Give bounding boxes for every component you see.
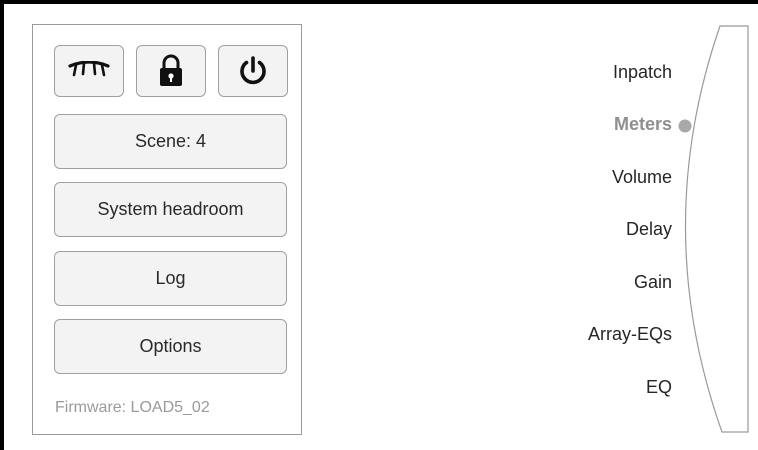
lock-button[interactable] bbox=[136, 45, 206, 97]
menu-dial-outline bbox=[684, 25, 749, 433]
scene-label: Scene: 4 bbox=[134, 131, 207, 151]
log-button[interactable]: Log bbox=[54, 251, 287, 306]
menu-item-gain[interactable]: Gain bbox=[634, 272, 672, 293]
system-headroom-button[interactable]: System headroom bbox=[54, 182, 287, 237]
power-icon bbox=[240, 56, 266, 85]
menu-item-eq[interactable]: EQ bbox=[646, 377, 672, 398]
lock-icon bbox=[160, 54, 182, 86]
menu-item-meters[interactable]: Meters bbox=[614, 114, 672, 135]
scene-button[interactable]: Scene: 4 bbox=[54, 114, 287, 169]
eye-toggle-button[interactable] bbox=[54, 45, 124, 97]
system-headroom-label: System headroom bbox=[97, 199, 244, 219]
firmware-version: Firmware: LOAD5_02 bbox=[55, 399, 210, 416]
eye-closed-icon bbox=[68, 61, 110, 77]
power-button[interactable] bbox=[218, 45, 288, 97]
selection-indicator bbox=[678, 119, 692, 133]
log-label: Log bbox=[155, 268, 186, 288]
options-button[interactable]: Options bbox=[54, 319, 287, 374]
menu-item-array-eqs[interactable]: Array-EQs bbox=[588, 324, 672, 345]
options-label: Options bbox=[139, 336, 202, 356]
control-panel: Scene: 4 System headroom Log Options Fir… bbox=[32, 24, 302, 435]
menu-dial[interactable] bbox=[670, 20, 758, 440]
menu-item-delay[interactable]: Delay bbox=[626, 219, 672, 240]
menu-item-volume[interactable]: Volume bbox=[612, 167, 672, 188]
menu-item-inpatch[interactable]: Inpatch bbox=[613, 62, 672, 83]
